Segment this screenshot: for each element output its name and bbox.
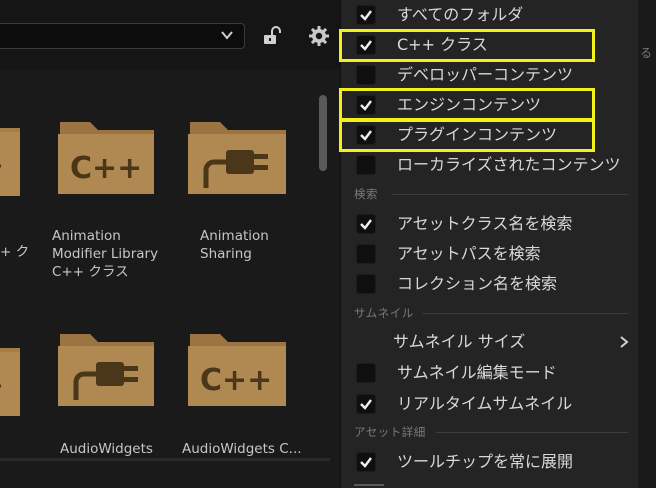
checkbox[interactable] xyxy=(356,155,376,175)
section-header-asset-detail: アセット詳細 xyxy=(354,424,628,440)
menu-item-label: ツールチップを常に展開 xyxy=(397,452,574,471)
section-divider xyxy=(392,194,628,195)
plugin-folder-icon xyxy=(188,122,286,194)
cpp-folder-icon: + xyxy=(0,348,20,416)
menu-item-label: サムネイル編集モード xyxy=(397,363,557,382)
checkbox[interactable] xyxy=(356,125,376,145)
svg-text:+: + xyxy=(0,151,4,181)
menu-item-search-asset-path[interactable]: アセットパスを検索 xyxy=(341,239,639,269)
menu-item-label: アセットクラス名を検索 xyxy=(397,214,573,233)
cpp-folder-icon: C++ xyxy=(188,334,286,406)
section-label: アセット詳細 xyxy=(354,425,426,439)
check-icon xyxy=(360,10,372,21)
menu-item-label: プラグインコンテンツ xyxy=(397,125,558,144)
menu-item-label: ローカライズされたコンテンツ xyxy=(397,155,621,174)
divider xyxy=(0,458,330,461)
check-icon xyxy=(360,399,372,410)
folder-label: AudioWidgets xyxy=(60,441,153,457)
menu-item-label: すべてのフォルダ xyxy=(397,5,524,24)
checkbox[interactable] xyxy=(356,35,376,55)
svg-text:C++: C++ xyxy=(70,151,142,186)
folder-label: AudioWidgets C... xyxy=(182,441,302,457)
checkbox[interactable] xyxy=(356,452,376,472)
menu-item-developer-content[interactable]: デベロッパーコンテンツ xyxy=(341,60,639,90)
right-panel-edge: る xyxy=(638,0,656,488)
section-divider xyxy=(422,313,628,314)
partial-section-text xyxy=(354,484,384,486)
menu-item-all-folders[interactable]: すべてのフォルダ xyxy=(341,0,639,30)
menu-item-label: デベロッパーコンテンツ xyxy=(397,65,574,84)
path-dropdown[interactable] xyxy=(0,23,245,49)
menu-item-cpp-classes[interactable]: C++ クラス xyxy=(341,30,639,60)
check-icon xyxy=(360,130,372,141)
content-browser-toolbar xyxy=(0,0,340,70)
menu-item-label: リアルタイムサムネイル xyxy=(397,394,573,413)
menu-item-expand-tooltips[interactable]: ツールチップを常に展開 xyxy=(341,447,639,477)
menu-item-label: C++ クラス xyxy=(397,35,488,54)
content-browser: + + ク C++ Animation Modifier Library C++… xyxy=(0,0,340,488)
menu-item-localized-content[interactable]: ローカライズされたコンテンツ xyxy=(341,150,639,180)
section-header-partial xyxy=(354,480,394,488)
checkbox[interactable] xyxy=(356,214,376,234)
asset-grid: + + ク C++ Animation Modifier Library C++… xyxy=(0,70,318,460)
svg-text:+: + xyxy=(0,371,4,401)
gear-icon[interactable] xyxy=(307,24,331,48)
menu-item-label: サムネイル サイズ xyxy=(393,332,526,351)
menu-item-label: アセットパスを検索 xyxy=(397,244,541,263)
menu-item-realtime-thumbnail[interactable]: リアルタイムサムネイル xyxy=(341,389,639,419)
menu-item-engine-content[interactable]: エンジンコンテンツ xyxy=(341,90,639,120)
edge-text: る xyxy=(640,46,653,60)
view-options-menu: すべてのフォルダ C++ クラス デベロッパーコンテンツ エンジンコンテンツ プ… xyxy=(340,0,639,488)
check-icon xyxy=(360,100,372,111)
unlock-icon[interactable] xyxy=(261,25,283,47)
checkbox[interactable] xyxy=(356,363,376,383)
menu-item-search-collection[interactable]: コレクション名を検索 xyxy=(341,269,639,299)
chevron-right-icon xyxy=(620,336,629,348)
checkbox[interactable] xyxy=(356,394,376,414)
section-label: 検索 xyxy=(354,187,378,201)
checkbox[interactable] xyxy=(356,274,376,294)
scrollbar-thumb[interactable] xyxy=(319,95,327,171)
folder-label: Animation Modifier Library C++ クラス xyxy=(52,228,159,280)
checkbox[interactable] xyxy=(356,244,376,264)
check-icon xyxy=(360,40,372,51)
check-icon xyxy=(360,457,372,468)
menu-item-thumbnail-size[interactable]: サムネイル サイズ xyxy=(341,327,639,357)
menu-item-label: エンジンコンテンツ xyxy=(397,95,542,114)
check-icon xyxy=(360,219,372,230)
checkbox[interactable] xyxy=(356,5,376,25)
section-divider xyxy=(436,432,628,433)
menu-item-search-asset-class[interactable]: アセットクラス名を検索 xyxy=(341,209,639,239)
plugin-folder-icon xyxy=(58,334,154,406)
menu-item-label: コレクション名を検索 xyxy=(397,274,558,293)
svg-text:C++: C++ xyxy=(200,363,272,398)
cpp-folder-icon: + xyxy=(0,128,20,196)
section-header-search: 検索 xyxy=(354,186,628,202)
section-label: サムネイル xyxy=(354,306,414,320)
menu-item-thumbnail-edit-mode[interactable]: サムネイル編集モード xyxy=(341,358,639,388)
checkbox[interactable] xyxy=(356,65,376,85)
chevron-down-icon xyxy=(221,31,233,40)
checkbox[interactable] xyxy=(356,95,376,115)
section-header-thumbnail: サムネイル xyxy=(354,305,628,321)
cpp-folder-icon: C++ xyxy=(58,122,154,194)
menu-item-plugin-content[interactable]: プラグインコンテンツ xyxy=(341,120,639,150)
